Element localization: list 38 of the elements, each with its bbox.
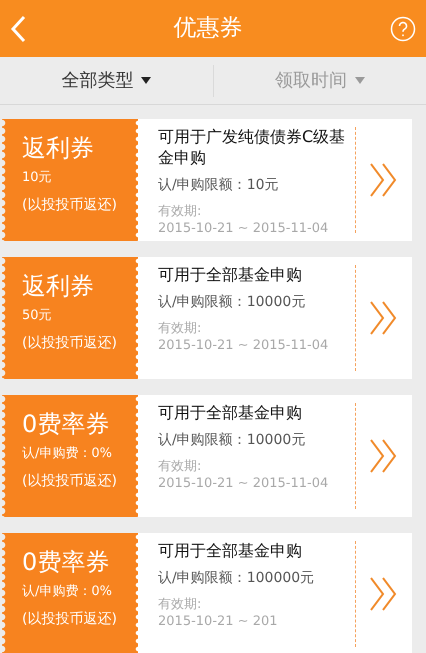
- purchase-limit: 认/申购限额：10元: [158, 176, 280, 195]
- validity-dates: 2015-10-21 ~ 2015-11-04: [158, 220, 330, 238]
- coupon-title: 可用于全部基金申购: [158, 541, 303, 562]
- purchase-limit: 认/申购限额：100000元: [158, 568, 316, 588]
- double-chevron-icon[interactable]: [369, 300, 399, 336]
- validity-dates: 2015-10-21 ~ 2015-11-04: [158, 475, 330, 493]
- filter-dropdown[interactable]: 全部类型: [55, 63, 158, 98]
- coupon-note: (以投投币返还): [22, 196, 118, 214]
- double-chevron-icon[interactable]: [369, 576, 399, 612]
- page-title: 优惠券: [174, 14, 242, 42]
- caret-icon: [354, 77, 365, 84]
- coupon-type: 返利券: [22, 133, 95, 164]
- purchase-limit: 认/申购限额：10000元: [158, 430, 306, 450]
- double-chevron-icon[interactable]: [369, 438, 399, 474]
- validity-label: 有效期:: [158, 202, 202, 220]
- validity-dates: 2015-10-21 ~ 201: [158, 613, 279, 631]
- coupon-value: 50元: [22, 308, 53, 326]
- validity-label: 有效期:: [158, 458, 202, 476]
- help-icon[interactable]: [390, 16, 416, 42]
- validity-label: 有效期:: [158, 320, 202, 338]
- validity-dates: 2015-10-21 ~ 2015-11-04: [158, 337, 330, 355]
- validity-label: 有效期:: [158, 596, 202, 614]
- coupon-note: (以投投币返还): [22, 472, 118, 490]
- caret-icon: [141, 77, 152, 84]
- coupon-value: 10元: [22, 170, 53, 188]
- coupon-title: 可用于全部基金申购: [158, 403, 303, 424]
- coupon-type: 返利券: [22, 271, 95, 302]
- coupon-type: 0费率券: [22, 547, 110, 578]
- coupon-title: 可用于广发纯债债券C级基金申购: [158, 127, 346, 169]
- back-icon[interactable]: [10, 14, 26, 42]
- coupon-value: 认/申购费：0%: [22, 584, 114, 602]
- coupon-title: 可用于全部基金申购: [158, 265, 303, 286]
- double-chevron-icon[interactable]: [369, 162, 399, 198]
- purchase-limit: 认/申购限额：10000元: [158, 292, 306, 312]
- coupon-type: 0费率券: [22, 409, 110, 440]
- coupon-note: (以投投币返还): [22, 334, 118, 352]
- coupon-note: (以投投币返还): [22, 610, 118, 628]
- coupon-value: 认/申购费：0%: [22, 446, 114, 464]
